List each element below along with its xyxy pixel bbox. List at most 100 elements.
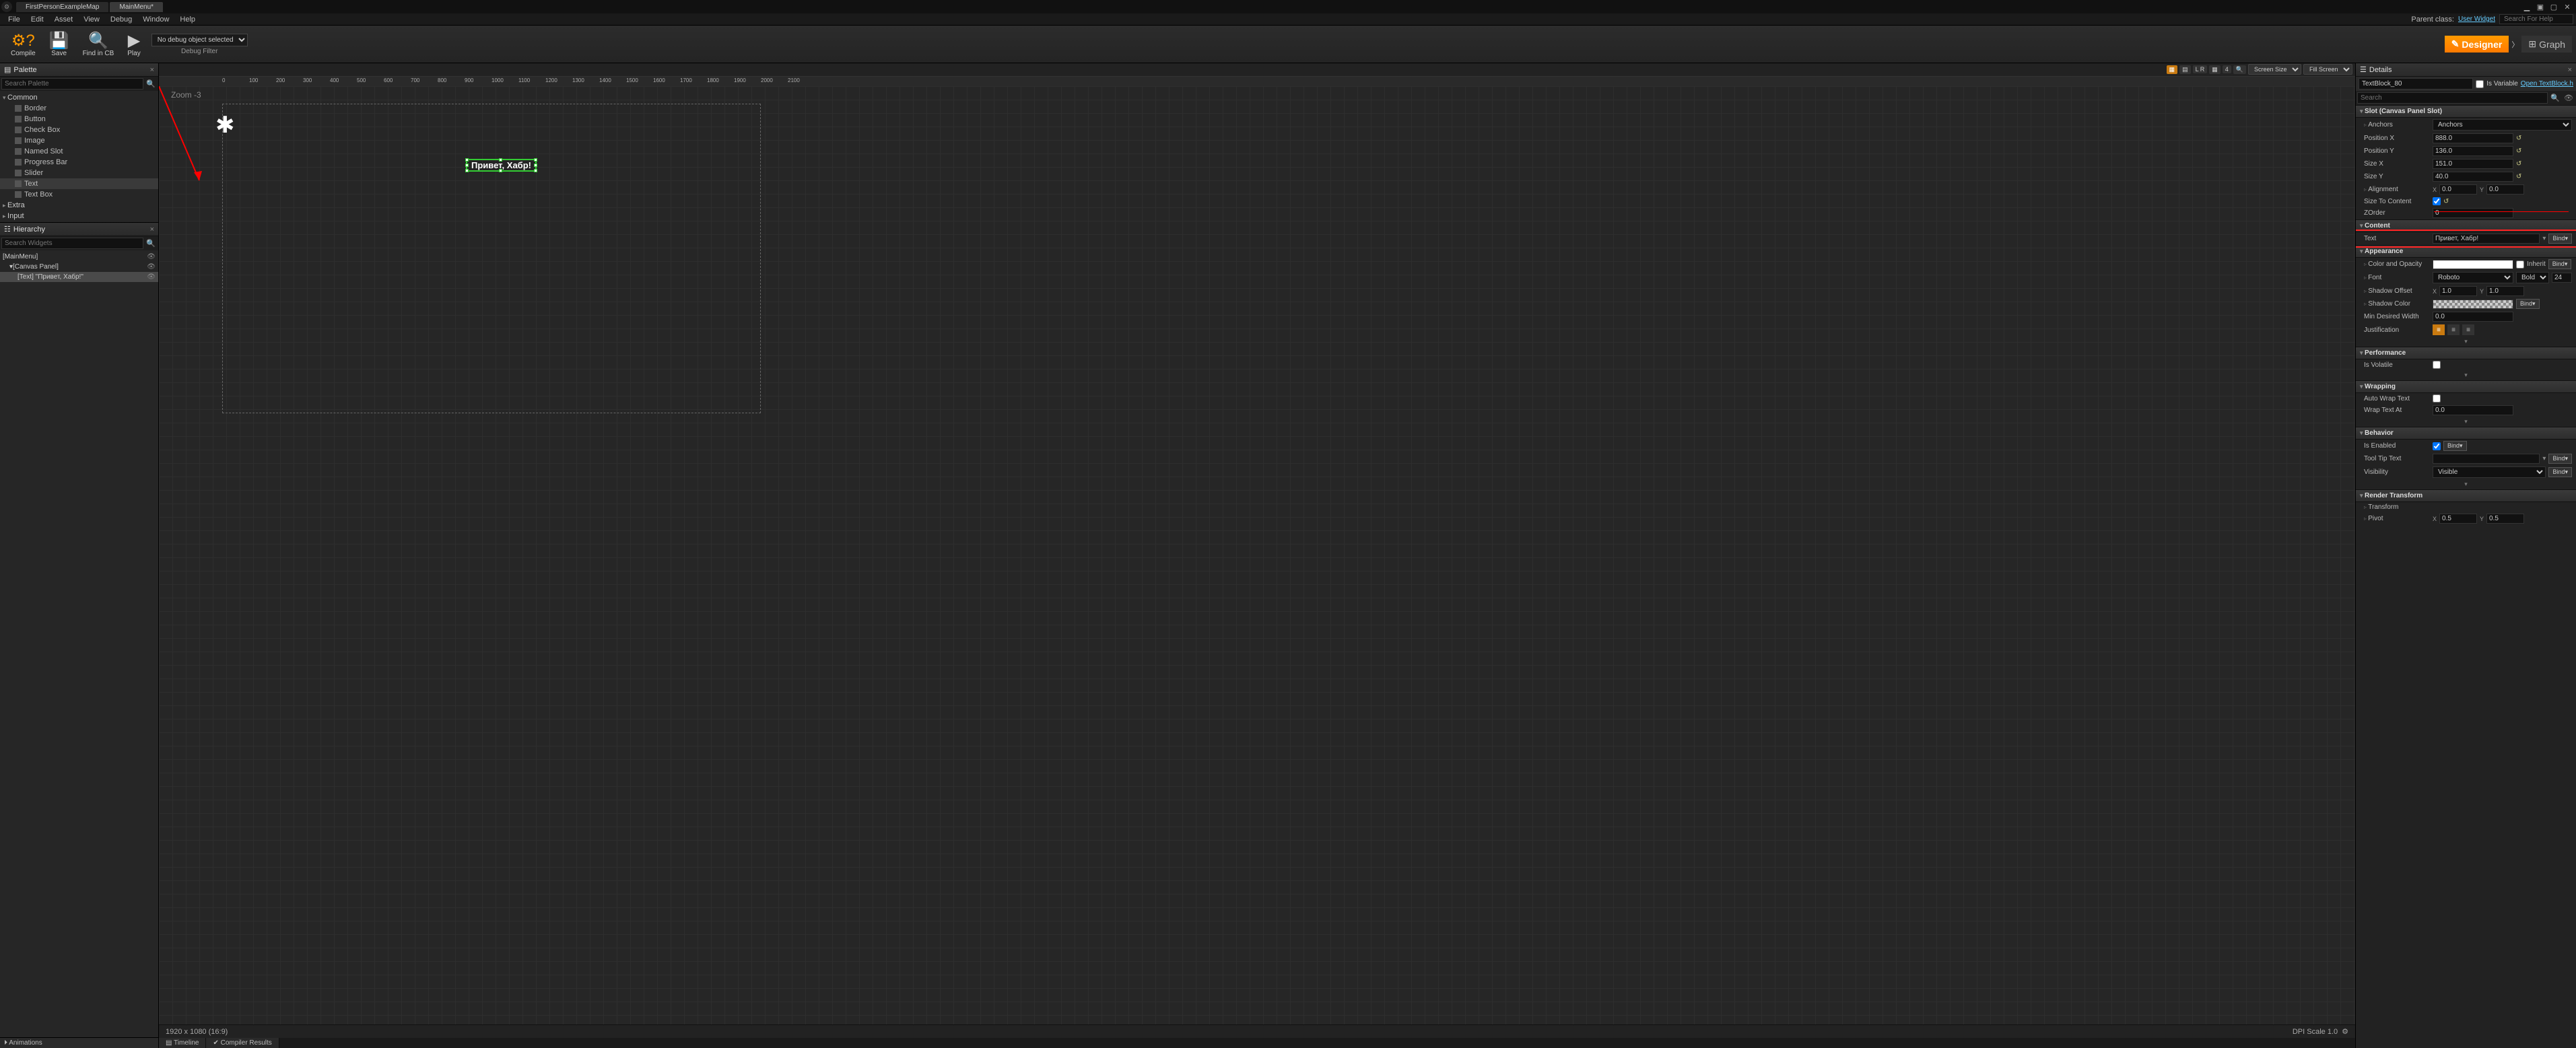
widget-name-input[interactable] xyxy=(2359,78,2473,90)
dropdown-icon[interactable]: ▾ xyxy=(2542,455,2546,462)
sizey-input[interactable] xyxy=(2433,172,2513,182)
palette-search-input[interactable] xyxy=(1,78,143,90)
grid2-icon[interactable]: ▦ xyxy=(2209,65,2221,74)
selected-text-widget[interactable]: Привет, Хабр! xyxy=(466,159,537,172)
window-duplicate-icon[interactable]: ▣ xyxy=(2536,3,2545,11)
section-appearance[interactable]: Appearance xyxy=(2356,245,2576,258)
hierarchy-search-input[interactable] xyxy=(1,238,143,249)
zoom-icon[interactable]: 🔍 xyxy=(2233,65,2246,74)
widget-slider[interactable]: Slider xyxy=(0,168,158,178)
gear-icon[interactable]: ⚙ xyxy=(2342,1027,2348,1036)
menu-debug[interactable]: Debug xyxy=(105,15,137,24)
screen-size-select[interactable]: Screen Size xyxy=(2248,64,2301,75)
align-x-input[interactable] xyxy=(2439,184,2477,195)
resize-handle[interactable] xyxy=(534,169,537,172)
is-variable-checkbox[interactable] xyxy=(2476,80,2484,88)
text-value-input[interactable] xyxy=(2433,234,2540,244)
find-in-cb-button[interactable]: 🔍 Find in CB xyxy=(76,30,121,59)
fill-screen-select[interactable]: Fill Screen xyxy=(2303,64,2352,75)
menu-file[interactable]: File xyxy=(3,15,26,24)
min-desired-width-input[interactable] xyxy=(2433,312,2513,322)
hierarchy-text-item[interactable]: [Text] "Привет, Хабр!"👁 xyxy=(0,272,158,282)
compile-button[interactable]: ⚙? Compile xyxy=(4,30,42,59)
menu-edit[interactable]: Edit xyxy=(26,15,49,24)
pivot-y-input[interactable] xyxy=(2486,514,2524,524)
layout-icon[interactable]: ▦ xyxy=(2167,65,2178,74)
widget-checkbox[interactable]: Check Box xyxy=(0,125,158,135)
search-icon[interactable]: 🔍 xyxy=(145,78,157,90)
menu-view[interactable]: View xyxy=(78,15,105,24)
font-size-input[interactable] xyxy=(2552,273,2572,283)
details-search-input[interactable] xyxy=(2357,92,2548,104)
widget-button[interactable]: Button xyxy=(0,114,158,125)
justify-left-button[interactable]: ≡ xyxy=(2433,324,2445,335)
anchors-select[interactable]: Anchors xyxy=(2433,119,2572,131)
reset-icon[interactable]: ↺ xyxy=(2516,160,2521,168)
compiler-results-tab[interactable]: ✔ Compiler Results xyxy=(206,1038,279,1048)
visibility-icon[interactable]: 👁 xyxy=(147,263,156,271)
animations-header[interactable]: ⏵ Animations xyxy=(0,1037,158,1048)
resize-handle[interactable] xyxy=(534,164,537,167)
justify-center-button[interactable]: ≡ xyxy=(2447,324,2460,335)
designer-mode-button[interactable]: ✎ Designer xyxy=(2445,36,2509,53)
resize-handle[interactable] xyxy=(499,169,502,172)
window-close-icon[interactable]: ✕ xyxy=(2563,3,2572,11)
viewport[interactable]: Zoom -3 ✱ Привет, Хабр! xyxy=(159,86,2355,1024)
category-common[interactable]: Common xyxy=(0,92,158,103)
lr-toggle[interactable]: L R xyxy=(2193,65,2208,73)
section-slot[interactable]: Slot (Canvas Panel Slot) xyxy=(2356,105,2576,118)
bind-button[interactable]: Bind▾ xyxy=(2548,234,2572,244)
menu-help[interactable]: Help xyxy=(174,15,201,24)
reset-icon[interactable]: ↺ xyxy=(2516,135,2521,142)
is-volatile-checkbox[interactable] xyxy=(2433,361,2441,369)
open-header-link[interactable]: Open TextBlock.h xyxy=(2521,80,2573,88)
widget-text-box[interactable]: Text Box xyxy=(0,189,158,200)
snap-value[interactable]: 4 xyxy=(2223,65,2231,73)
bind-button[interactable]: Bind▾ xyxy=(2548,259,2572,269)
align-y-input[interactable] xyxy=(2486,184,2524,195)
debug-object-select[interactable]: No debug object selected xyxy=(151,34,248,46)
filter-icon[interactable]: 👁 xyxy=(2563,92,2575,104)
widget-image[interactable]: Image xyxy=(0,135,158,146)
hierarchy-close-icon[interactable]: × xyxy=(150,225,154,234)
resize-handle[interactable] xyxy=(465,158,469,162)
resize-handle[interactable] xyxy=(465,164,469,167)
section-render-transform[interactable]: Render Transform xyxy=(2356,489,2576,502)
parent-class-link[interactable]: User Widget xyxy=(2458,15,2495,23)
section-performance[interactable]: Performance xyxy=(2356,347,2576,359)
play-button[interactable]: ▶ Play xyxy=(121,30,147,59)
document-tab[interactable]: FirstPersonExampleMap xyxy=(16,2,108,12)
window-minimize-icon[interactable]: ▁ xyxy=(2522,3,2532,11)
section-behavior[interactable]: Behavior xyxy=(2356,427,2576,440)
graph-mode-button[interactable]: ⊞ Graph xyxy=(2521,36,2572,53)
posy-input[interactable] xyxy=(2433,146,2513,156)
reset-icon[interactable]: ↺ xyxy=(2443,198,2449,205)
pivot-x-input[interactable] xyxy=(2439,514,2477,524)
inherit-checkbox[interactable] xyxy=(2516,260,2524,269)
section-content[interactable]: Content xyxy=(2356,219,2576,232)
expand-icon[interactable]: ▾ xyxy=(2464,418,2468,425)
widget-named-slot[interactable]: Named Slot xyxy=(0,146,158,157)
search-help-input[interactable] xyxy=(2499,14,2573,24)
is-enabled-checkbox[interactable] xyxy=(2433,442,2441,450)
wrap-at-input[interactable] xyxy=(2433,405,2513,415)
bind-button[interactable]: Bind▾ xyxy=(2548,454,2572,464)
timeline-tab[interactable]: ▤ Timeline xyxy=(159,1038,206,1048)
hierarchy-root[interactable]: [MainMenu]👁 xyxy=(0,252,158,262)
shadow-x-input[interactable] xyxy=(2439,286,2477,296)
search-icon[interactable]: 🔍 xyxy=(145,238,157,249)
size-to-content-checkbox[interactable] xyxy=(2433,197,2441,205)
zorder-input[interactable] xyxy=(2433,208,2513,218)
category-input[interactable]: Input xyxy=(0,211,158,221)
expand-icon[interactable]: ▾ xyxy=(2464,372,2468,379)
search-icon[interactable]: 🔍 xyxy=(2549,92,2561,104)
font-style-select[interactable]: Bold xyxy=(2516,272,2549,283)
palette-close-icon[interactable]: × xyxy=(150,66,154,74)
expand-icon[interactable]: ▾ xyxy=(2464,481,2468,488)
save-button[interactable]: 💾 Save xyxy=(42,30,76,59)
expand-icon[interactable]: ▾ xyxy=(2464,338,2468,345)
window-maximize-icon[interactable]: ▢ xyxy=(2549,3,2558,11)
justify-right-button[interactable]: ≡ xyxy=(2462,324,2474,335)
category-extra[interactable]: Extra xyxy=(0,200,158,211)
shadow-color-swatch[interactable] xyxy=(2433,300,2513,309)
